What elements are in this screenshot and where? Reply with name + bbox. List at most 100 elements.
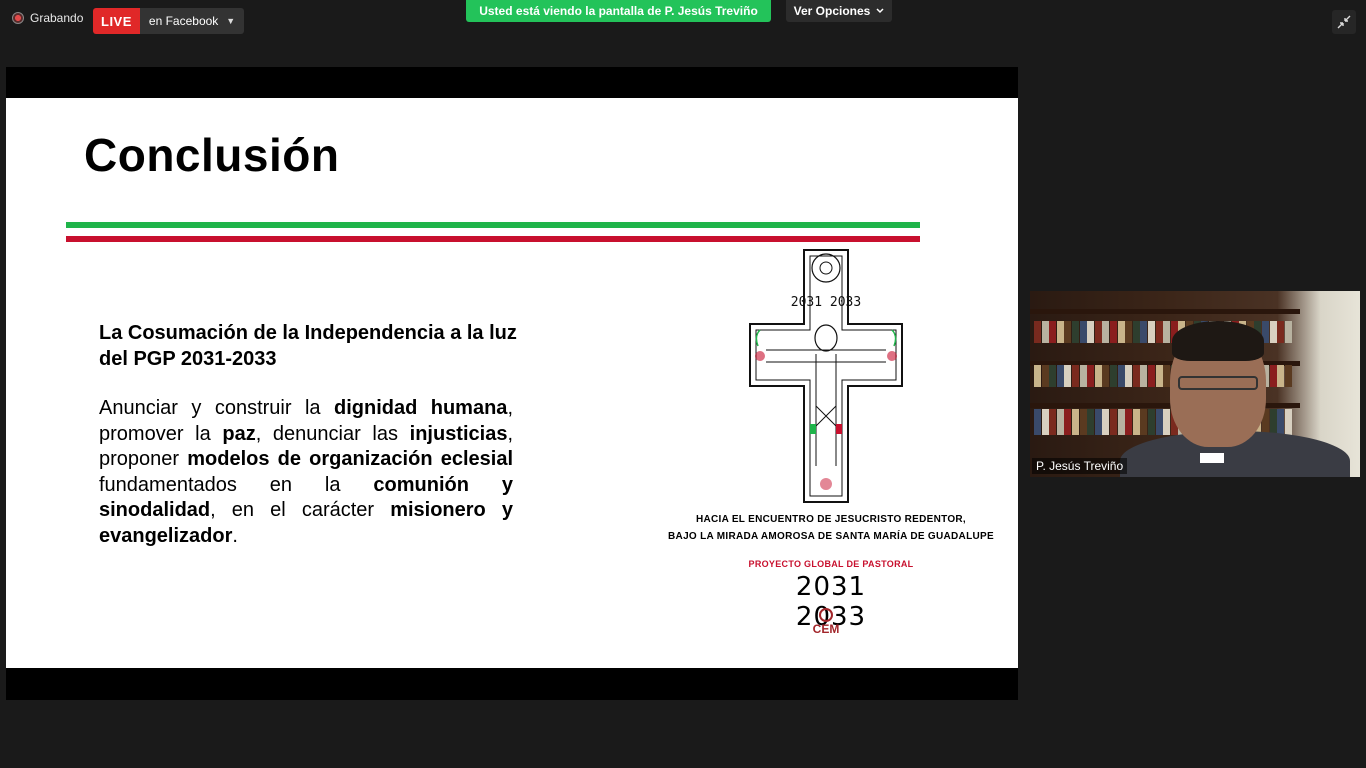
book <box>1132 409 1140 435</box>
live-destination-label: en Facebook <box>148 14 219 28</box>
cross-artwork-years: 2031 2033 <box>791 295 861 310</box>
recording-dot-icon <box>12 12 24 24</box>
book <box>1277 409 1285 435</box>
book <box>1155 321 1163 343</box>
book <box>1041 409 1049 435</box>
recording-label: Grabando <box>30 11 84 25</box>
book <box>1117 365 1125 387</box>
view-options-button[interactable]: Ver Opciones <box>786 0 892 22</box>
book <box>1125 365 1133 387</box>
book <box>1079 365 1087 387</box>
cem-emblem-icon <box>819 608 833 622</box>
book <box>1056 409 1064 435</box>
book <box>1110 321 1117 343</box>
book <box>1269 409 1277 435</box>
book <box>1094 321 1102 343</box>
book <box>1140 321 1148 343</box>
participant-video-tile[interactable]: P. Jesús Treviño <box>1030 291 1360 477</box>
book <box>1072 321 1079 343</box>
book <box>1041 321 1049 343</box>
book <box>1049 409 1057 435</box>
book <box>1125 321 1133 343</box>
book <box>1102 409 1110 435</box>
book <box>1284 321 1292 343</box>
book <box>1049 321 1057 343</box>
book <box>1132 321 1140 343</box>
recording-indicator[interactable]: Grabando <box>12 11 83 25</box>
body-text-emphasis: paz <box>222 422 256 445</box>
book <box>1148 321 1155 343</box>
book <box>1269 321 1277 343</box>
book <box>1155 365 1163 387</box>
book <box>1125 409 1133 435</box>
green-stripe <box>66 222 920 228</box>
screen-share-banner: Usted está viendo la pantalla de P. Jesú… <box>466 0 771 22</box>
exit-fullscreen-button[interactable] <box>1332 10 1356 34</box>
book <box>1284 409 1292 435</box>
slide-title: Conclusión <box>84 129 340 181</box>
book <box>1155 409 1163 435</box>
participant-name-tag: P. Jesús Treviño <box>1032 458 1128 474</box>
body-text-segment: Anunciar y construir la <box>99 397 334 419</box>
caret-down-icon: ▼ <box>226 16 236 26</box>
body-text-segment: , en el carácter <box>210 499 391 521</box>
bookshelf <box>1030 309 1300 314</box>
body-text-segment: . <box>232 524 238 547</box>
book <box>1148 409 1155 435</box>
book <box>1034 409 1041 435</box>
book <box>1064 321 1072 343</box>
red-stripe <box>66 236 920 242</box>
slide-body-text: Anunciar y construir la dignidad humana,… <box>99 396 513 549</box>
book <box>1148 365 1155 387</box>
book <box>1072 365 1079 387</box>
cem-logo: CEM <box>796 608 856 636</box>
body-text-segment: fundamentados en la <box>99 473 374 496</box>
live-badge: LIVE <box>93 8 140 34</box>
book <box>1269 365 1277 387</box>
book <box>1102 321 1110 343</box>
book <box>1079 409 1087 435</box>
shared-screen[interactable]: Conclusión La Cosumación de la Independe… <box>6 67 1018 700</box>
book <box>1277 321 1285 343</box>
book <box>1140 365 1148 387</box>
book <box>1163 409 1171 435</box>
book <box>1140 409 1148 435</box>
body-text-emphasis: modelos de organización eclesial <box>187 448 513 470</box>
participant-hair <box>1172 321 1264 361</box>
participant-glasses <box>1178 376 1258 390</box>
book <box>1034 365 1041 387</box>
book <box>1102 365 1110 387</box>
book <box>1056 321 1064 343</box>
book <box>1041 365 1049 387</box>
clerical-collar <box>1200 453 1224 463</box>
book <box>1034 321 1041 343</box>
book <box>1087 365 1095 387</box>
book <box>1079 321 1087 343</box>
live-stream-control[interactable]: LIVE en Facebook ▼ <box>93 8 245 34</box>
book <box>1064 365 1072 387</box>
book <box>1117 409 1125 435</box>
book <box>1110 409 1117 435</box>
slide-caption-line-1: HACIA EL ENCUENTRO DE JESUCRISTO REDENTO… <box>695 514 967 525</box>
book <box>1132 365 1140 387</box>
live-destination-button[interactable]: en Facebook ▼ <box>139 8 245 34</box>
exit-fullscreen-icon <box>1337 15 1351 29</box>
cem-logo-text: CEM <box>812 622 840 636</box>
book <box>1049 365 1057 387</box>
body-text-segment: , denunciar las <box>255 422 410 445</box>
book <box>1277 365 1285 387</box>
view-options-label: Ver Opciones <box>793 4 871 18</box>
presentation-slide: Conclusión La Cosumación de la Independe… <box>6 98 1018 668</box>
project-label: PROYECTO GLOBAL DE PASTORAL <box>748 559 914 569</box>
chevron-down-icon <box>876 8 884 14</box>
slide-caption-line-2: BAJO LA MIRADA AMOROSA DE SANTA MARÍA DE… <box>668 531 994 542</box>
book <box>1087 321 1095 343</box>
book <box>1072 409 1079 435</box>
book <box>1110 365 1117 387</box>
cross-artwork: 2031 2033 <box>749 249 903 503</box>
book <box>1087 409 1095 435</box>
body-text-emphasis: dignidad humana <box>333 397 508 419</box>
body-text-emphasis: injusticias <box>409 422 508 445</box>
book <box>1117 321 1125 343</box>
book <box>1064 409 1072 435</box>
